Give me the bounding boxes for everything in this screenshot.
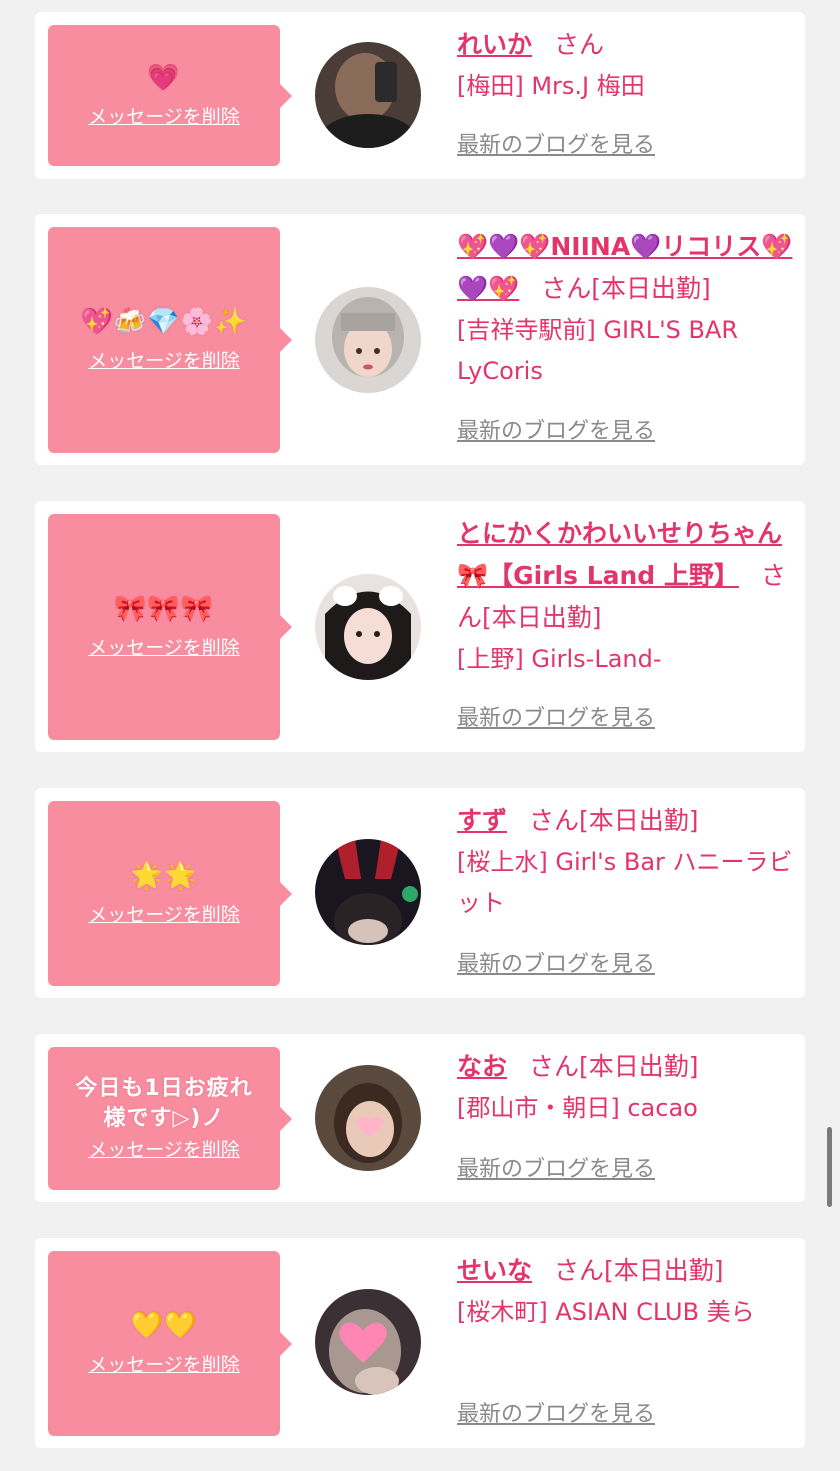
profile-name-link[interactable]: せいな: [457, 1256, 532, 1285]
latest-blog-link[interactable]: 最新のブログを見る: [457, 1400, 655, 1430]
scrollbar-thumb[interactable]: [827, 1127, 832, 1207]
avatar[interactable]: [315, 1065, 421, 1171]
shop-name: [桜上水] Girl's Bar ハニーラビット: [457, 848, 793, 917]
delete-message-link[interactable]: メッセージを削除: [88, 1136, 240, 1164]
message-card: 🌟🌟 メッセージを削除 すず さん[本日出勤] [桜上水] Girl's Bar …: [35, 788, 805, 998]
profile-name-link[interactable]: なお: [457, 1052, 507, 1081]
message-bubble: 今日も1日お疲れ様です▷)ノ メッセージを削除: [48, 1047, 292, 1190]
delete-message-link[interactable]: メッセージを削除: [88, 901, 240, 929]
shop-name: [梅田] Mrs.J 梅田: [457, 72, 645, 100]
shop-name: [桜木町] ASIAN CLUB 美ら: [457, 1298, 755, 1326]
latest-blog-link[interactable]: 最新のブログを見る: [457, 1155, 655, 1185]
delete-message-link[interactable]: メッセージを削除: [88, 347, 240, 375]
latest-blog-link[interactable]: 最新のブログを見る: [457, 417, 655, 447]
honorific: さん: [554, 1256, 605, 1285]
profile-name-link[interactable]: とにかくかわいいせりちゃん🎀【Girls Land 上野】: [457, 519, 782, 590]
shop-name: [郡山市・朝日] cacao: [457, 1094, 698, 1122]
latest-blog-link[interactable]: 最新のブログを見る: [457, 131, 655, 161]
honorific: さん: [541, 274, 592, 303]
attendance-badge: [本日出勤]: [579, 1052, 699, 1081]
attendance-badge: [本日出勤]: [482, 603, 602, 632]
avatar[interactable]: [315, 574, 421, 680]
message-card: 今日も1日お疲れ様です▷)ノ メッセージを削除 なお さん[本日出勤] [郡山市・…: [35, 1034, 805, 1202]
message-bubble: 💛💛 メッセージを削除: [48, 1251, 292, 1436]
name-line: れいか さん: [457, 24, 797, 66]
name-line: せいな さん[本日出勤]: [457, 1250, 797, 1292]
message-text: 💛💛: [130, 1310, 198, 1341]
message-text: 💖🍻💎🌸✨: [80, 307, 248, 337]
message-bubble: 🌟🌟 メッセージを削除: [48, 801, 292, 986]
shop-name: [吉祥寺駅前] GIRL'S BAR LyCoris: [457, 316, 739, 385]
avatar[interactable]: [315, 1289, 421, 1395]
profile-info: とにかくかわいいせりちゃん🎀【Girls Land 上野】 さん[本日出勤] [上…: [457, 513, 797, 680]
profile-name-link[interactable]: すず: [457, 806, 507, 835]
profile-info: なお さん[本日出勤] [郡山市・朝日] cacao: [457, 1046, 797, 1129]
message-text: 今日も1日お疲れ様です▷)ノ: [75, 1075, 253, 1131]
profile-name-link[interactable]: れいか: [457, 30, 532, 59]
profile-info: せいな さん[本日出勤] [桜木町] ASIAN CLUB 美ら: [457, 1250, 797, 1333]
honorific: さん: [529, 1052, 580, 1081]
delete-message-link[interactable]: メッセージを削除: [88, 1351, 240, 1379]
message-text: 🌟🌟: [130, 860, 198, 891]
avatar[interactable]: [315, 839, 421, 945]
message-card: 💖🍻💎🌸✨ メッセージを削除 💖💜💖NIINA💜リコリス💖💜💖 さん[本日出勤] …: [35, 214, 805, 465]
name-line: 💖💜💖NIINA💜リコリス💖💜💖 さん[本日出勤]: [457, 226, 797, 310]
message-bubble: 💖🍻💎🌸✨ メッセージを削除: [48, 227, 292, 453]
attendance-badge: [本日出勤]: [591, 274, 711, 303]
avatar[interactable]: [315, 287, 421, 393]
shop-name: [上野] Girls-Land-: [457, 645, 662, 673]
name-line: すず さん[本日出勤]: [457, 800, 797, 842]
message-card: 💛💛 メッセージを削除 せいな さん[本日出勤] [桜木町] ASIAN CLUB…: [35, 1238, 805, 1448]
message-text: 💗: [147, 62, 181, 93]
message-list: 💗 メッセージを削除 れいか さん [梅田] Mrs.J 梅田 最新のブログを見る…: [0, 0, 840, 1471]
message-text: 🎀🎀🎀: [113, 594, 215, 624]
message-card: 💗 メッセージを削除 れいか さん [梅田] Mrs.J 梅田 最新のブログを見る: [35, 12, 805, 179]
attendance-badge: [本日出勤]: [579, 806, 699, 835]
latest-blog-link[interactable]: 最新のブログを見る: [457, 950, 655, 980]
profile-info: 💖💜💖NIINA💜リコリス💖💜💖 さん[本日出勤] [吉祥寺駅前] GIRL'S …: [457, 226, 797, 392]
message-card: 🎀🎀🎀 メッセージを削除 とにかくかわいいせりちゃん🎀【Girls Land 上…: [35, 501, 805, 752]
delete-message-link[interactable]: メッセージを削除: [88, 103, 240, 131]
latest-blog-link[interactable]: 最新のブログを見る: [457, 704, 655, 734]
honorific: さん: [529, 806, 580, 835]
name-line: とにかくかわいいせりちゃん🎀【Girls Land 上野】 さん[本日出勤]: [457, 513, 797, 639]
honorific: さん: [554, 30, 605, 59]
attendance-badge: [本日出勤]: [604, 1256, 724, 1285]
profile-info: れいか さん [梅田] Mrs.J 梅田: [457, 24, 797, 107]
profile-info: すず さん[本日出勤] [桜上水] Girl's Bar ハニーラビット: [457, 800, 797, 924]
name-line: なお さん[本日出勤]: [457, 1046, 797, 1088]
delete-message-link[interactable]: メッセージを削除: [88, 634, 240, 662]
message-bubble: 🎀🎀🎀 メッセージを削除: [48, 514, 292, 740]
avatar[interactable]: [315, 42, 421, 148]
message-bubble: 💗 メッセージを削除: [48, 25, 292, 166]
